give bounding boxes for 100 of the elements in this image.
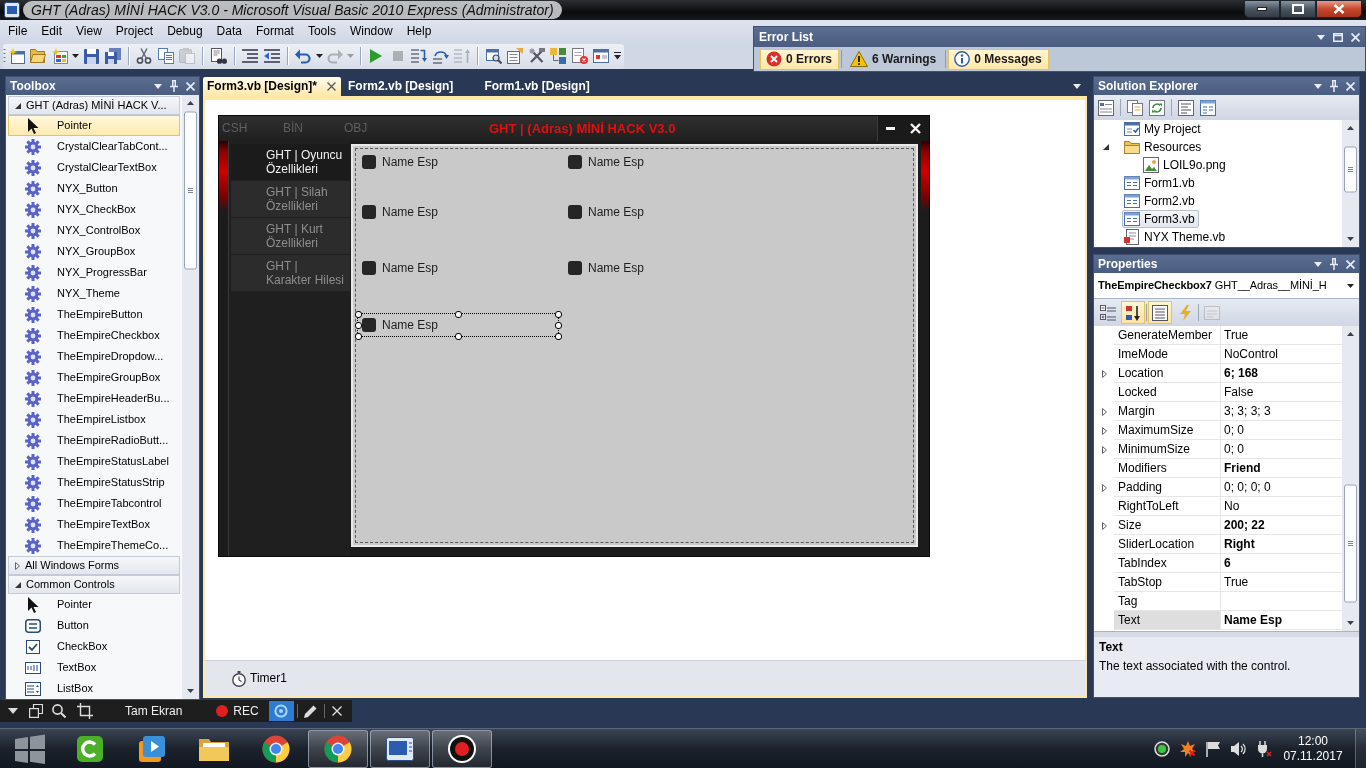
minimize-icon[interactable] xyxy=(885,127,895,130)
scissors-icon[interactable] xyxy=(136,48,153,64)
menu-item[interactable]: Project xyxy=(108,22,161,41)
list-card-icon[interactable] xyxy=(507,48,524,64)
curved-arrow-icon[interactable] xyxy=(295,48,312,64)
checkbox-icon[interactable] xyxy=(362,155,376,169)
caret-icon[interactable] xyxy=(1073,83,1081,89)
scrollbar[interactable] xyxy=(1342,120,1359,247)
checkbox[interactable]: Name Esp xyxy=(564,201,764,223)
flag-icon[interactable] xyxy=(1206,740,1220,757)
document-binoculars-icon[interactable] xyxy=(210,48,227,64)
toolbox-item[interactable]: TheEmpireHeaderBu... xyxy=(8,388,180,409)
toolbox-item[interactable]: Pointer xyxy=(8,594,180,615)
tool-button[interactable] xyxy=(74,701,96,721)
toolbox-item[interactable]: TheEmpireThemeCo... xyxy=(8,535,180,556)
toolbox-item[interactable]: Pointer xyxy=(8,115,180,136)
toolbox-item[interactable]: CrystalClearTextBox xyxy=(8,157,180,178)
checkbox[interactable]: Name Esp xyxy=(564,257,764,279)
pin-icon[interactable] xyxy=(1330,80,1338,92)
floppy-disks-icon[interactable] xyxy=(104,48,121,64)
caret-right-icon[interactable] xyxy=(1102,483,1107,492)
checkbox[interactable]: Name Esp xyxy=(358,151,558,173)
tool-button[interactable] xyxy=(26,701,46,721)
speaker-icon[interactable] xyxy=(1230,740,1246,757)
toolbox-item[interactable]: CrystalClearTabCont... xyxy=(8,136,180,157)
filter-button[interactable]: 6 Warnings xyxy=(844,48,944,70)
caret-icon[interactable] xyxy=(315,54,323,58)
tool-button[interactable] xyxy=(268,701,294,721)
menu-item[interactable]: Data xyxy=(209,22,249,41)
caret-right-icon[interactable] xyxy=(1102,445,1107,454)
text-page-icon[interactable] xyxy=(1178,99,1194,116)
caret-down-icon[interactable] xyxy=(1103,144,1109,150)
tree-item[interactable]: Form1.vb xyxy=(1122,174,1199,192)
caret-right-icon[interactable] xyxy=(1102,521,1107,530)
caret-right-icon[interactable] xyxy=(1102,407,1107,416)
menu-item[interactable]: Help xyxy=(399,22,439,41)
toolbox-item[interactable]: ListBox xyxy=(8,678,180,699)
document-tab[interactable]: Form2.vb [Design] xyxy=(344,77,478,96)
tree-item[interactable]: Form3.vb xyxy=(1122,210,1199,228)
toolbox-group-header[interactable]: All Windows Forms xyxy=(8,556,180,575)
toolbox-item[interactable]: TheEmpireDropdow... xyxy=(8,346,180,367)
toolbox-item[interactable]: NYX_GroupBox xyxy=(8,241,180,262)
scrollbar[interactable] xyxy=(182,95,199,699)
pin-icon[interactable] xyxy=(1330,258,1338,270)
blocks-icon[interactable] xyxy=(550,48,567,64)
window-magnifier-icon[interactable] xyxy=(485,48,502,64)
mode-button[interactable]: Tam Ekran xyxy=(118,701,190,721)
lines-arrow-icon[interactable] xyxy=(411,48,428,64)
pages-icon[interactable] xyxy=(157,48,174,64)
tray-component[interactable]: Timer1 xyxy=(232,670,287,687)
resize-handle-icon[interactable] xyxy=(454,310,462,318)
minimize-button[interactable] xyxy=(1244,0,1280,18)
document-tab[interactable]: Form3.vb [Design]* xyxy=(203,77,341,96)
menu-item[interactable]: View xyxy=(69,22,109,41)
arc-arrow-icon[interactable] xyxy=(432,48,449,64)
toolbox-item[interactable]: TheEmpireListbox xyxy=(8,409,180,430)
taskbar-button[interactable] xyxy=(308,729,368,768)
window-panes-icon[interactable] xyxy=(14,733,46,764)
caret-right-icon[interactable] xyxy=(1102,426,1107,435)
toolbox-item[interactable]: Button xyxy=(8,615,180,636)
menu-item[interactable]: Window xyxy=(342,22,400,41)
toolbox-item[interactable]: TheEmpireStatusStrip xyxy=(8,472,180,493)
caret-icon[interactable] xyxy=(72,54,79,58)
play-icon[interactable] xyxy=(370,49,383,63)
properties-list-icon[interactable] xyxy=(1098,99,1114,116)
resize-handle-icon[interactable] xyxy=(454,332,462,340)
window-icon[interactable] xyxy=(593,49,610,63)
tree-item[interactable]: NYX Theme.vb xyxy=(1122,228,1230,246)
checkbox[interactable]: Name Esp xyxy=(358,314,558,336)
side-tab[interactable]: GHT | Kurt Özellikleri xyxy=(231,218,350,254)
maximize-button[interactable] xyxy=(1280,0,1316,18)
toolbox-item[interactable]: NYX_ProgressBar xyxy=(8,262,180,283)
starburst-icon[interactable] xyxy=(1180,740,1196,757)
tree-item[interactable]: Form2.vb xyxy=(1122,192,1199,210)
filter-button[interactable]: 0 Messages xyxy=(948,48,1049,70)
form-icon[interactable] xyxy=(1200,99,1216,116)
tool-button[interactable] xyxy=(49,701,69,721)
toolbox-item[interactable]: TheEmpireTextBox xyxy=(8,514,180,535)
side-tab[interactable]: GHT | Silah Özellikleri xyxy=(231,181,350,217)
toolbox-item[interactable]: TheEmpireCheckbox xyxy=(8,325,180,346)
menu-item[interactable]: File xyxy=(1,22,35,41)
checkbox-icon[interactable] xyxy=(362,205,376,219)
toolbox-group-header[interactable]: Common Controls xyxy=(8,575,180,594)
pages-icon[interactable] xyxy=(1127,99,1143,116)
toolbox-item[interactable]: TextBox xyxy=(8,657,180,678)
checkbox-icon[interactable] xyxy=(362,261,376,275)
menu-item[interactable]: Debug xyxy=(160,22,210,41)
lines-arrow-icon[interactable] xyxy=(263,49,280,63)
scrollbar[interactable] xyxy=(1342,326,1359,631)
maximize-icon[interactable] xyxy=(1333,32,1343,42)
plug-icon[interactable] xyxy=(1256,740,1272,757)
record-button[interactable]: REC xyxy=(212,701,263,721)
toolbox-item[interactable]: NYX_ControlBox xyxy=(8,220,180,241)
tree-item[interactable]: LOIL9o.png xyxy=(1141,156,1230,174)
side-tab[interactable]: GHT | Oyuncu Özellikleri xyxy=(231,144,350,180)
close-button[interactable] xyxy=(1316,0,1362,18)
taskbar-button[interactable] xyxy=(370,729,430,768)
checkbox[interactable]: Name Esp xyxy=(358,257,558,279)
toolbox-item[interactable]: TheEmpireGroupBox xyxy=(8,367,180,388)
object-selector[interactable]: TheEmpireCheckbox7 GHT__Adras__MİNİ_H xyxy=(1094,273,1359,299)
